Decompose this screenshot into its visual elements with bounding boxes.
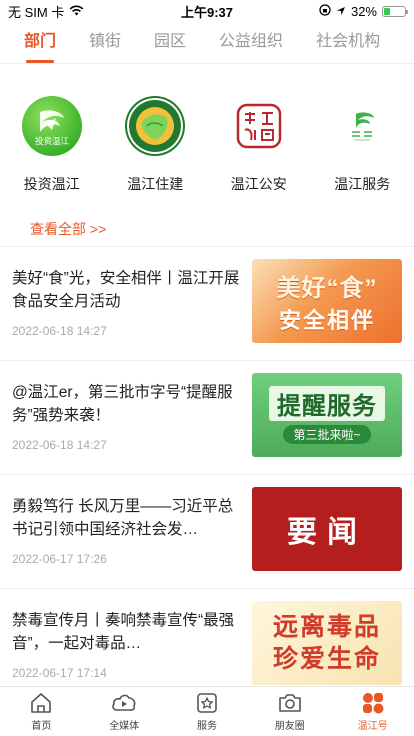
status-left: 无 SIM 卡 — [8, 2, 84, 21]
thumbnail-text: 珍爱生命 — [272, 645, 381, 673]
nav-moments[interactable]: 朋友圈 — [248, 687, 331, 736]
thumbnail-text: 安全相伴 — [278, 307, 375, 333]
nav-label: 全媒体 — [109, 721, 140, 732]
dept-name: 投资温江 — [23, 176, 80, 192]
dept-invest-wenjiang[interactable]: 投资温江 投资温江 — [0, 96, 104, 196]
nav-media[interactable]: 全媒体 — [83, 687, 166, 736]
news-thumbnail: 美好“食” 安全相伴 — [252, 259, 402, 343]
invest-logo-text: 投资温江 — [35, 136, 70, 147]
news-time: 2022-06-18 14:27 — [12, 438, 107, 452]
dept-name: 温江住建 — [127, 176, 184, 192]
thumbnail-text: 远离毒品 — [272, 613, 381, 641]
nav-label: 服务 — [196, 721, 217, 732]
news-time: 2022-06-17 17:26 — [12, 552, 107, 566]
news-title: @温江er，第三批市字号“提醒服务”强势来袭！ — [12, 384, 233, 424]
status-bar: 无 SIM 卡 上午9:37 32% — [0, 0, 414, 22]
dept-name: 温江服务 — [334, 176, 391, 192]
news-thumbnail: 远离毒品 珍爱生命 — [252, 601, 402, 685]
wenjiang-construction-logo-icon — [125, 96, 186, 156]
category-tabs: 部门 镇街 园区 公益组织 社会机构 — [0, 28, 414, 64]
battery-icon — [382, 5, 408, 17]
nav-label: 温江号 — [357, 721, 388, 732]
bottom-nav: 首页 全媒体 服务 朋友圈 温江号 — [0, 686, 414, 736]
battery-fill — [384, 7, 391, 15]
dept-wenjiang-service[interactable]: 温江服务 — [311, 96, 414, 196]
battery-percent: 32% — [350, 3, 377, 19]
nav-home[interactable]: 首页 — [0, 687, 83, 736]
news-thumbnail: 提醒服务 第三批来啦~ — [252, 373, 402, 457]
nav-service[interactable]: 服务 — [166, 687, 249, 736]
tab-parks[interactable]: 园区 — [154, 28, 186, 63]
thumbnail-text: 提醒服务 — [269, 386, 385, 421]
dept-wenjiang-construction[interactable]: 温江住建 — [104, 96, 208, 196]
wifi-icon — [69, 4, 84, 19]
wenjiang-police-seal-icon — [228, 96, 289, 156]
thumbnail-text: 第三批来啦~ — [283, 425, 371, 444]
department-grid: 投资温江 投资温江 温江住建 温江公安 温江服务 — [0, 96, 414, 196]
dept-wenjiang-police[interactable]: 温江公安 — [207, 96, 311, 196]
nav-label: 首页 — [31, 721, 52, 732]
news-title: 美好“食”光，安全相伴丨温江开展食品安全月活动 — [12, 270, 240, 310]
status-right: 32% — [319, 3, 408, 19]
wenjiang-account-icon — [360, 691, 386, 715]
tab-charity-orgs[interactable]: 公益组织 — [219, 28, 283, 63]
news-title: 勇毅笃行 长风万里——习近平总书记引领中国经济社会发… — [12, 498, 234, 538]
invest-wenjiang-logo-icon: 投资温江 — [21, 96, 82, 156]
camera-icon — [277, 691, 303, 715]
wenjiang-service-logo-icon — [332, 96, 393, 156]
dept-name: 温江公安 — [230, 176, 287, 192]
tab-social-institutions[interactable]: 社会机构 — [316, 28, 380, 63]
thumbnail-text: 要闻 — [287, 516, 367, 549]
news-item[interactable]: @温江er，第三批市字号“提醒服务”强势来袭！ 2022-06-18 14:27… — [0, 361, 414, 475]
service-star-icon — [194, 691, 220, 715]
nav-label: 朋友圈 — [274, 721, 305, 732]
news-time: 2022-06-17 17:14 — [12, 666, 107, 680]
nav-wenjiang-account[interactable]: 温江号 — [331, 687, 414, 736]
news-list: 美好“食”光，安全相伴丨温江开展食品安全月活动 2022-06-18 14:27… — [0, 247, 414, 703]
media-play-icon — [111, 691, 137, 715]
thumbnail-text: 美好“食” — [276, 274, 378, 302]
news-item[interactable]: 勇毅笃行 长风万里——习近平总书记引领中国经济社会发… 2022-06-17 1… — [0, 475, 414, 589]
location-arrow-icon — [336, 4, 346, 19]
news-title: 禁毒宣传月丨奏响禁毒宣传“最强音”，一起对毒品… — [12, 612, 235, 652]
rotation-lock-icon — [319, 3, 331, 19]
home-icon — [28, 691, 54, 715]
news-item[interactable]: 美好“食”光，安全相伴丨温江开展食品安全月活动 2022-06-18 14:27… — [0, 247, 414, 361]
news-time: 2022-06-18 14:27 — [12, 324, 107, 338]
news-thumbnail: 要闻 — [252, 487, 402, 571]
tab-departments[interactable]: 部门 — [24, 28, 56, 63]
carrier-label: 无 SIM 卡 — [8, 4, 65, 20]
tab-towns[interactable]: 镇街 — [89, 28, 121, 63]
view-all-link[interactable]: 查看全部 >> — [30, 219, 106, 239]
